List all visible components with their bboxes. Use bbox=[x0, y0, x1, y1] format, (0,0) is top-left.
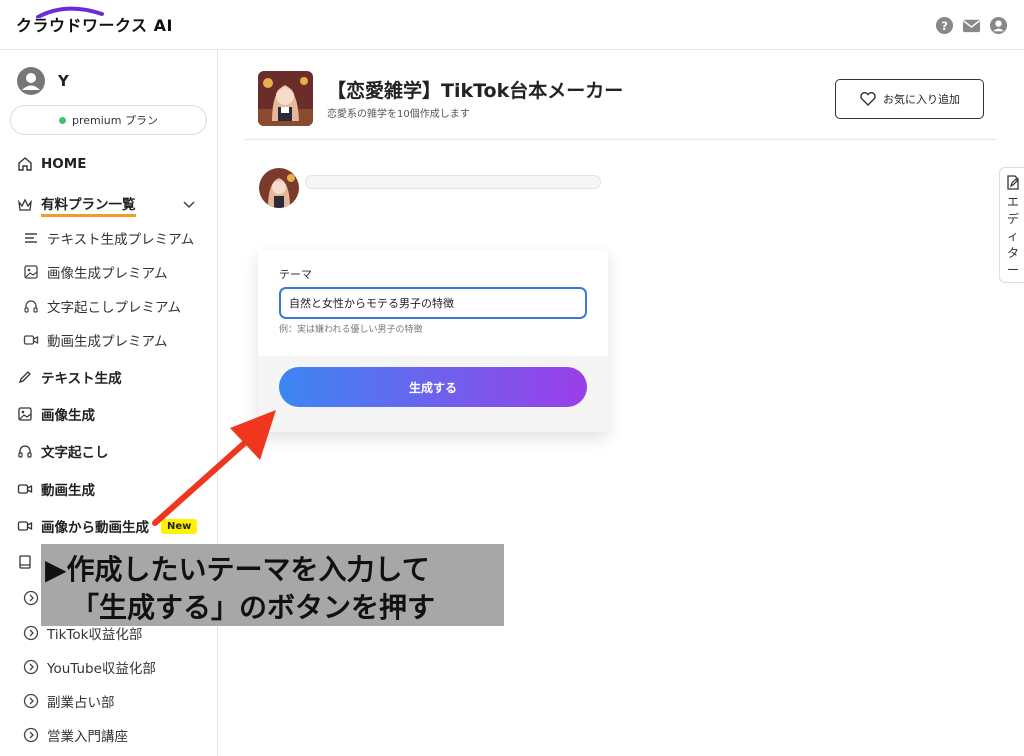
chevron-circle-icon bbox=[23, 625, 39, 641]
editor-side-tab[interactable]: エディター bbox=[999, 167, 1024, 283]
theme-field-hint: 例：実は嫌われる優しい男子の特徴 bbox=[279, 325, 423, 335]
new-badge: New bbox=[161, 518, 198, 534]
sidebar-item-text-premium[interactable]: テキスト生成プレミアム bbox=[23, 228, 194, 248]
home-icon bbox=[18, 157, 32, 171]
sidebar-item-label: 有料プラン一覧 bbox=[41, 193, 136, 217]
add-favorite-button[interactable]: お気に入り追加 bbox=[835, 79, 984, 119]
sidebar-item-transcribe-premium[interactable]: 文字起こしプレミアム bbox=[23, 296, 181, 316]
plan-label: premium プラン bbox=[72, 114, 158, 127]
sidebar-item-paid-plans[interactable]: 有料プラン一覧 bbox=[17, 193, 136, 217]
book-icon bbox=[19, 555, 31, 569]
svg-text:?: ? bbox=[941, 19, 948, 33]
sidebar-item-sales[interactable]: 営業入門講座 bbox=[23, 725, 128, 745]
help-icon[interactable]: ? bbox=[935, 16, 954, 35]
chevron-down-icon[interactable] bbox=[182, 197, 196, 211]
sidebar-item-label: 画像生成プレミアム bbox=[47, 266, 168, 282]
chevron-circle-icon bbox=[23, 590, 39, 606]
header-icons: ? bbox=[935, 16, 1008, 35]
chat-message-placeholder bbox=[305, 175, 601, 189]
theme-field-label: テーマ bbox=[279, 268, 312, 281]
pencil-icon bbox=[18, 371, 31, 384]
video-camera-icon bbox=[17, 484, 33, 494]
sidebar-item-image-premium[interactable]: 画像生成プレミアム bbox=[23, 262, 168, 282]
sidebar-item-label: テキスト生成 bbox=[41, 371, 122, 387]
headphones-icon bbox=[24, 300, 38, 313]
sidebar-item-courses[interactable] bbox=[17, 554, 33, 570]
sidebar-item-label: 副業占い部 bbox=[47, 695, 115, 711]
sidebar-item-fortune[interactable]: 副業占い部 bbox=[23, 691, 115, 711]
sidebar-item-transcribe[interactable]: 文字起こし bbox=[17, 441, 109, 461]
page-title: 【恋愛雑学】TikTok台本メーカー bbox=[327, 80, 624, 102]
logo-swoosh-icon bbox=[36, 6, 104, 18]
sidebar-item-label: 画像生成 bbox=[41, 408, 95, 424]
crown-icon bbox=[18, 198, 32, 211]
assistant-avatar bbox=[259, 168, 299, 208]
avatar bbox=[17, 67, 45, 95]
sidebar: Y premium プラン HOME 有料プラン一覧 テキスト生成プレミアム 画… bbox=[0, 50, 218, 756]
sidebar-item-image-to-video[interactable]: 画像から動画生成 New bbox=[17, 516, 198, 536]
headphones-icon bbox=[18, 445, 32, 458]
sidebar-item-label: TikTok収益化部 bbox=[47, 627, 143, 643]
anime-girl-thumbnail-icon bbox=[258, 71, 313, 126]
sidebar-item-label: HOME bbox=[41, 156, 87, 172]
sidebar-item-youtube[interactable]: YouTube収益化部 bbox=[23, 657, 156, 677]
tool-thumbnail bbox=[258, 71, 313, 126]
sidebar-item-label: 画像から動画生成 bbox=[41, 520, 149, 536]
generate-form-card: テーマ 例：実は嫌われる優しい男子の特徴 生成する bbox=[258, 250, 608, 432]
user-name: Y bbox=[58, 72, 69, 90]
mail-icon[interactable] bbox=[962, 16, 981, 35]
page-description: 恋愛系の雑学を10個作成します bbox=[327, 109, 470, 120]
plan-badge[interactable]: premium プラン bbox=[10, 105, 207, 135]
sidebar-item-label: YouTube収益化部 bbox=[47, 661, 156, 677]
header-divider bbox=[245, 139, 997, 140]
chevron-circle-icon bbox=[23, 659, 39, 675]
instruction-line-2: 「生成する」のボタンを押す bbox=[71, 591, 436, 624]
chevron-circle-icon bbox=[23, 693, 39, 709]
sidebar-item-label: 営業入門講座 bbox=[47, 729, 128, 745]
user-info[interactable]: Y bbox=[16, 66, 69, 96]
video-camera-icon bbox=[23, 335, 39, 345]
heart-icon bbox=[860, 92, 876, 106]
generate-button[interactable]: 生成する bbox=[279, 367, 587, 407]
theme-input[interactable] bbox=[279, 287, 587, 319]
instruction-callout: ▶作成したいテーマを入力して 「生成する」のボタンを押す bbox=[41, 544, 504, 626]
sidebar-item-video-premium[interactable]: 動画生成プレミアム bbox=[23, 330, 168, 350]
sidebar-item-label: 文字起こしプレミアム bbox=[47, 300, 182, 316]
video-camera-icon bbox=[17, 521, 33, 531]
add-favorite-label: お気に入り追加 bbox=[883, 93, 960, 106]
edit-document-icon bbox=[1007, 175, 1019, 190]
sidebar-item-label: 動画生成 bbox=[41, 483, 95, 499]
sidebar-item-video-gen[interactable]: 動画生成 bbox=[17, 479, 95, 499]
account-icon[interactable] bbox=[989, 16, 1008, 35]
sidebar-item-label: テキスト生成プレミアム bbox=[47, 232, 195, 248]
instruction-line-1: ▶作成したいテーマを入力して bbox=[45, 553, 430, 586]
image-icon bbox=[18, 407, 32, 421]
text-lines-icon bbox=[25, 233, 37, 243]
sidebar-item-image-gen[interactable]: 画像生成 bbox=[17, 404, 95, 424]
logo-text: クラウドワークス AI bbox=[16, 16, 173, 35]
image-icon bbox=[24, 265, 38, 279]
sidebar-item-label: 文字起こし bbox=[41, 445, 109, 461]
plan-status-dot bbox=[59, 116, 66, 124]
anime-girl-avatar-icon bbox=[259, 168, 299, 208]
sidebar-item-home[interactable]: HOME bbox=[17, 156, 86, 172]
sidebar-item-course-hidden[interactable] bbox=[23, 590, 39, 606]
sidebar-item-label: 動画生成プレミアム bbox=[47, 334, 168, 350]
editor-tab-label: エディター bbox=[1007, 195, 1020, 277]
top-header: クラウドワークス AI ? bbox=[0, 0, 1024, 50]
logo[interactable]: クラウドワークス AI bbox=[16, 6, 173, 36]
sidebar-item-text-gen[interactable]: テキスト生成 bbox=[17, 367, 122, 387]
sidebar-item-tiktok[interactable]: TikTok収益化部 bbox=[23, 623, 142, 643]
chevron-circle-icon bbox=[23, 727, 39, 743]
